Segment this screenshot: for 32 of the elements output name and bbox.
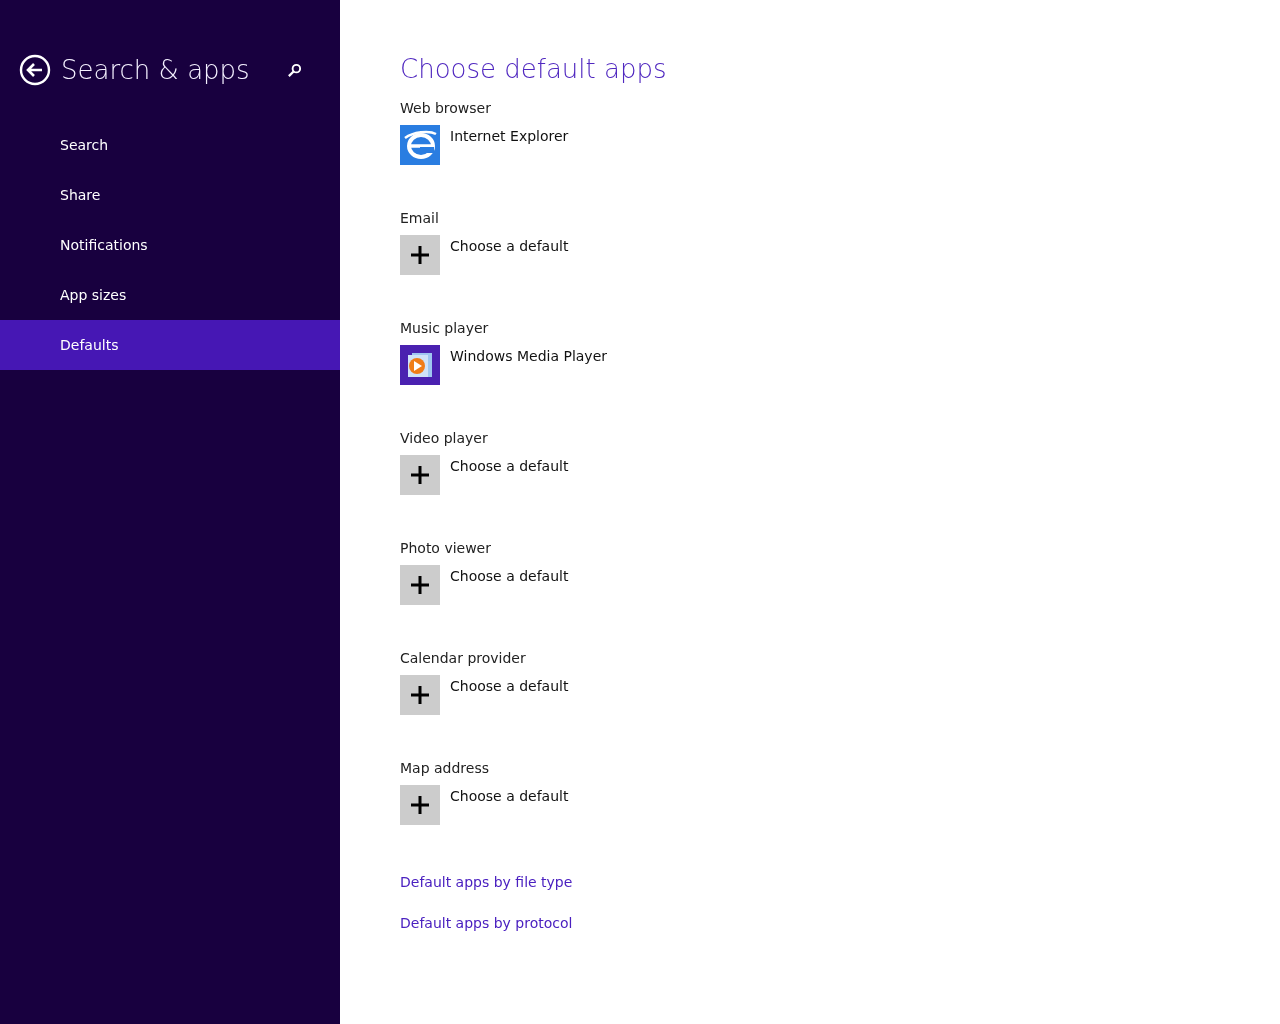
category-label: Video player bbox=[400, 430, 489, 448]
browser-icon bbox=[400, 125, 440, 165]
default-app-button[interactable]: Choose a default bbox=[400, 565, 569, 605]
default-app-button[interactable]: Choose a default bbox=[400, 785, 569, 825]
sidebar-item[interactable]: Share bbox=[0, 170, 340, 220]
default-app-button[interactable]: Internet Explorer bbox=[400, 125, 569, 165]
link[interactable]: Default apps by protocol bbox=[400, 915, 573, 931]
plus-icon bbox=[400, 235, 440, 275]
category-label: Email bbox=[400, 210, 440, 228]
category-label: Web browser bbox=[400, 100, 492, 118]
default-app-button[interactable]: Choose a default bbox=[400, 455, 569, 495]
back-icon[interactable] bbox=[19, 54, 51, 86]
category-label: Calendar provider bbox=[400, 650, 527, 668]
section-title: Choose default apps bbox=[400, 54, 667, 84]
media-player-icon bbox=[400, 345, 440, 385]
default-app-button[interactable]: Choose a default bbox=[400, 235, 569, 275]
category-label: Photo viewer bbox=[400, 540, 492, 558]
category-label: Map address bbox=[400, 760, 490, 778]
category-label: Music player bbox=[400, 320, 490, 338]
link[interactable]: Default apps by file type bbox=[400, 874, 573, 890]
sidebar-item[interactable]: Notifications bbox=[0, 220, 340, 270]
sidebar-item[interactable]: Defaults bbox=[0, 320, 340, 370]
sidebar-item[interactable]: Search bbox=[0, 120, 340, 170]
plus-icon bbox=[400, 565, 440, 605]
plus-icon bbox=[400, 455, 440, 495]
default-app-button[interactable]: Choose a default bbox=[400, 675, 569, 715]
sidebar-item[interactable]: App sizes bbox=[0, 270, 340, 320]
plus-icon bbox=[400, 785, 440, 825]
page-title: Search & apps bbox=[61, 55, 251, 85]
search-icon[interactable] bbox=[287, 62, 302, 78]
plus-icon bbox=[400, 675, 440, 715]
default-app-button[interactable]: Windows Media Player bbox=[400, 345, 607, 385]
